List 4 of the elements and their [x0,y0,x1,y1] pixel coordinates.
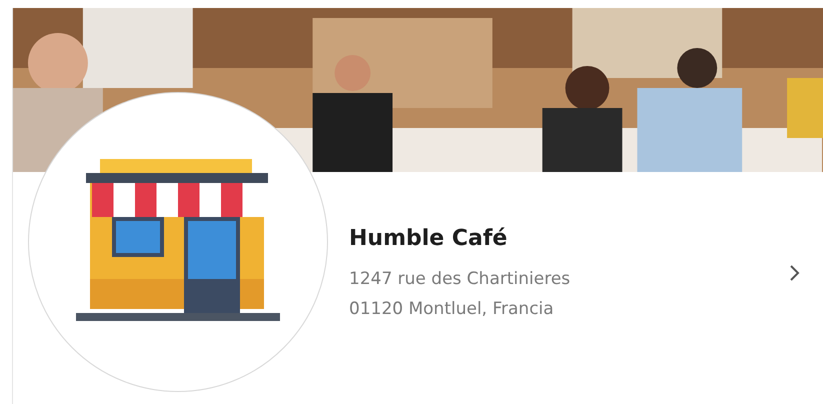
chevron-icon[interactable] [789,264,801,282]
address-line: 01120 Montluel, Francia [349,298,555,320]
address-line: 1247 rue des Chartinieres [349,268,572,290]
place-name: Humble Café [349,226,508,250]
